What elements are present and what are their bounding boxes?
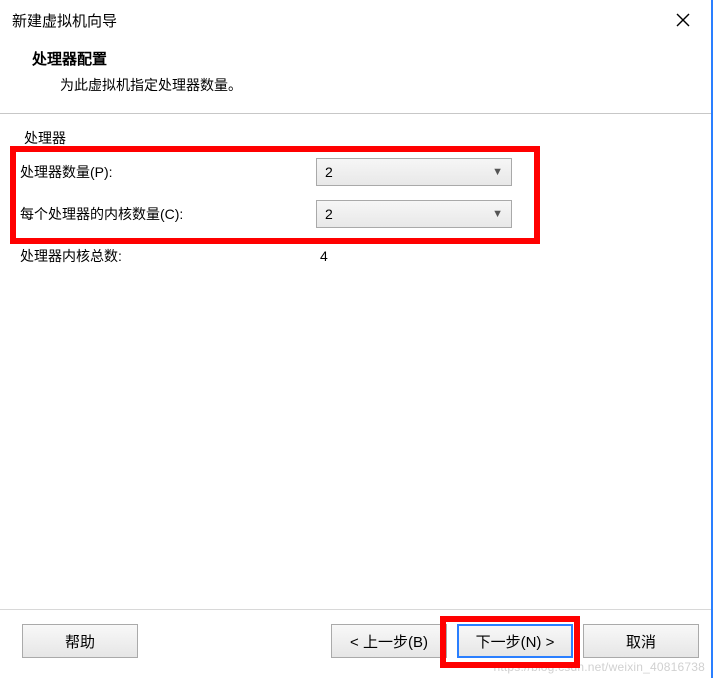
next-button-label: 下一步(N) > <box>476 631 555 652</box>
label-total-cores: 处理器内核总数: <box>20 246 316 266</box>
footer-right-buttons: < 上一步(B) 下一步(N) > 取消 <box>321 624 699 658</box>
titlebar: 新建虚拟机向导 <box>0 0 711 38</box>
select-cores-per-processor-value: 2 <box>325 206 333 222</box>
value-total-cores: 4 <box>316 248 328 264</box>
form-area: 处理器数量(P): 2 ▼ 每个处理器的内核数量(C): 2 ▼ 处理器内核总数… <box>20 158 691 284</box>
close-button[interactable] <box>669 8 697 32</box>
page-subtitle: 为此虚拟机指定处理器数量。 <box>32 75 711 95</box>
footer: 帮助 < 上一步(B) 下一步(N) > 取消 <box>0 609 711 678</box>
help-button[interactable]: 帮助 <box>22 624 138 658</box>
row-total-cores: 处理器内核总数: 4 <box>20 242 691 270</box>
close-icon <box>676 13 690 27</box>
select-processor-count-value: 2 <box>325 164 333 180</box>
cancel-button-label: 取消 <box>626 631 656 652</box>
select-processor-count[interactable]: 2 ▼ <box>316 158 512 186</box>
back-button-label: < 上一步(B) <box>350 631 428 652</box>
select-cores-per-processor[interactable]: 2 ▼ <box>316 200 512 228</box>
label-processor-count: 处理器数量(P): <box>20 162 316 182</box>
label-cores-per-processor: 每个处理器的内核数量(C): <box>20 204 316 224</box>
next-button[interactable]: 下一步(N) > <box>457 624 573 658</box>
chevron-down-icon: ▼ <box>492 208 503 220</box>
window-title: 新建虚拟机向导 <box>12 10 117 31</box>
page-title: 处理器配置 <box>32 48 711 69</box>
chevron-down-icon: ▼ <box>492 166 503 178</box>
help-button-label: 帮助 <box>65 631 95 652</box>
row-processor-count: 处理器数量(P): 2 ▼ <box>20 158 691 186</box>
row-cores-per-processor: 每个处理器的内核数量(C): 2 ▼ <box>20 200 691 228</box>
cancel-button[interactable]: 取消 <box>583 624 699 658</box>
back-button[interactable]: < 上一步(B) <box>331 624 447 658</box>
wizard-header: 处理器配置 为此虚拟机指定处理器数量。 <box>0 38 711 114</box>
